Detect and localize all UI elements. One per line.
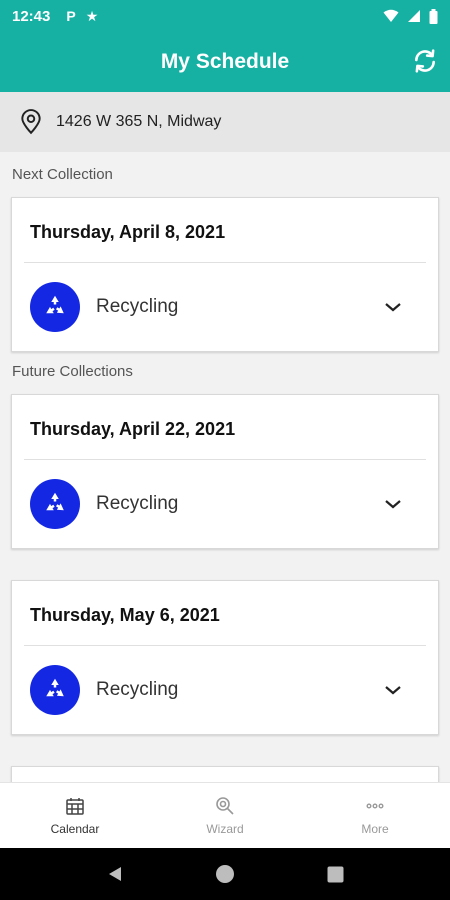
- recents-icon[interactable]: [327, 866, 344, 883]
- chevron-down-icon[interactable]: [384, 684, 402, 696]
- back-icon[interactable]: [106, 865, 124, 883]
- search-icon: [216, 796, 234, 815]
- nav-wizard[interactable]: Wizard: [150, 783, 300, 848]
- collection-item-row[interactable]: Recycling: [12, 263, 438, 351]
- more-icon: [366, 802, 384, 808]
- nav-label: Calendar: [50, 821, 100, 836]
- nav-label: Wizard: [206, 821, 244, 836]
- recycling-icon: [30, 282, 80, 332]
- star-icon: ★: [85, 7, 99, 24]
- status-time: 12:43: [12, 7, 51, 25]
- status-bar: 12:43 P ★: [0, 0, 450, 32]
- parking-icon: P: [66, 8, 76, 24]
- collection-date: Thursday, April 8, 2021: [30, 222, 226, 242]
- recycling-icon: [30, 665, 80, 715]
- signal-icon: [408, 10, 420, 22]
- collection-item-row[interactable]: Recycling: [12, 460, 438, 548]
- recycling-icon: [30, 479, 80, 529]
- collection-card: Thursday, April 22, 2021 Recycling: [11, 394, 439, 549]
- collection-item-row[interactable]: Recycling: [12, 646, 438, 734]
- page-title: My Schedule: [160, 50, 290, 73]
- chevron-down-icon[interactable]: [384, 301, 402, 313]
- future-collections-label: Future Collections: [12, 363, 133, 380]
- chevron-down-icon[interactable]: [384, 498, 402, 510]
- address-bar[interactable]: 1426 W 365 N, Midway: [0, 92, 450, 152]
- battery-icon: [429, 8, 438, 24]
- nav-calendar[interactable]: Calendar: [0, 783, 150, 848]
- system-nav-bar: [0, 848, 450, 900]
- nav-label: More: [361, 821, 389, 836]
- app-bar: My Schedule: [0, 32, 450, 92]
- calendar-icon: [66, 797, 84, 815]
- location-pin-icon: [21, 109, 41, 135]
- collection-card: Thursday, April 8, 2021 Recycling: [11, 197, 439, 352]
- next-collection-label: Next Collection: [12, 166, 113, 183]
- address-text: 1426 W 365 N, Midway: [56, 113, 222, 130]
- collection-date: Thursday, April 22, 2021: [30, 419, 236, 439]
- collection-material: Recycling: [96, 493, 179, 514]
- collection-card: Thursday, May 6, 2021 Recycling: [11, 580, 439, 735]
- nav-more[interactable]: More: [300, 783, 450, 848]
- bottom-nav: Calendar Wizard More: [0, 782, 450, 848]
- refresh-icon[interactable]: [412, 48, 438, 74]
- collection-date: Thursday, May 6, 2021: [30, 605, 220, 625]
- collection-material: Recycling: [96, 296, 179, 317]
- collection-material: Recycling: [96, 679, 179, 700]
- wifi-icon: [383, 9, 399, 22]
- home-icon[interactable]: [215, 864, 235, 884]
